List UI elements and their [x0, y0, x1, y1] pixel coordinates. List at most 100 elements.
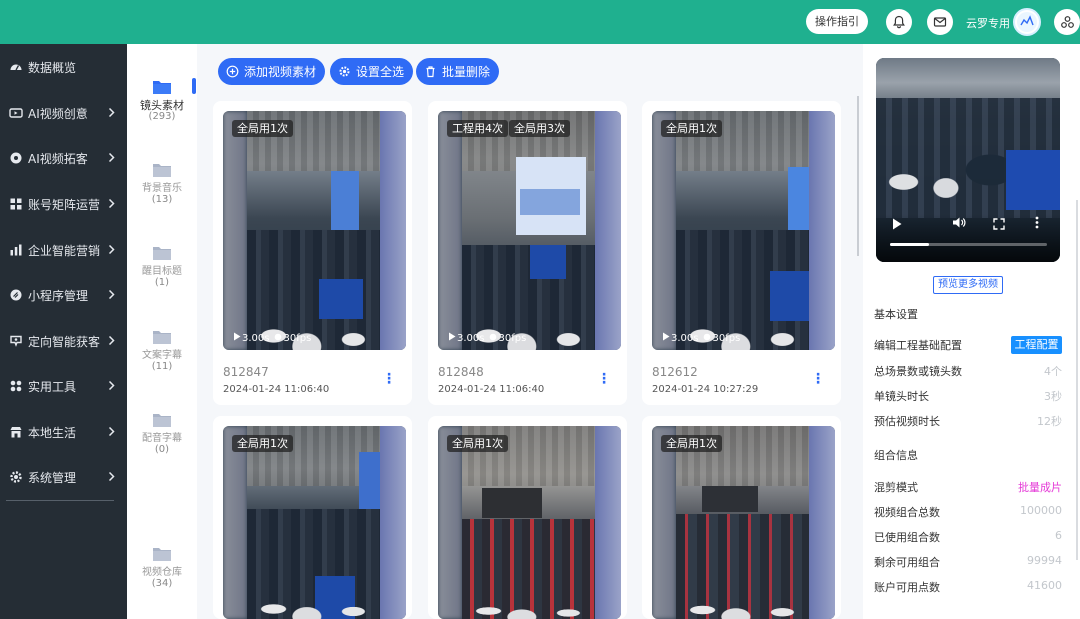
sidebar-item-enterprise-marketing[interactable]: 企业智能营销 — [0, 235, 127, 265]
sidebar-item-tools[interactable]: 实用工具 — [0, 371, 127, 401]
category-label: 镜头素材 — [140, 99, 184, 112]
sidebar-item-system[interactable]: 系统管理 — [0, 462, 127, 492]
fps: 30fps — [283, 332, 312, 344]
folder-icon — [152, 244, 172, 261]
category-voiceover[interactable]: 配音字幕 (0) — [127, 411, 197, 455]
sidebar-item-label: AI视频创意 — [28, 106, 88, 121]
volume-icon[interactable] — [952, 214, 966, 233]
video-progress-bar[interactable] — [890, 243, 1047, 246]
select-all-button[interactable]: 设置全选 — [330, 58, 414, 85]
miniapp-icon — [9, 288, 23, 302]
chevron-right-icon — [108, 198, 115, 212]
avatar-icon[interactable] — [1013, 8, 1041, 36]
setting-label: 预估视频时长 — [874, 415, 940, 428]
chart-icon — [9, 243, 23, 257]
right-panel-scrollbar[interactable] — [1076, 200, 1078, 560]
sidebar: 数据概览 AI视频创意 AI视频拓客 账号矩阵运营 企业智能营销 小程序管理 定… — [0, 44, 127, 619]
chevron-right-icon — [108, 426, 115, 440]
sidebar-item-local-life[interactable]: 本地生活 — [0, 417, 127, 447]
sidebar-item-ai-video-acquisition[interactable]: AI视频拓客 — [0, 143, 127, 173]
video-meta: 3.00s 30fps — [448, 332, 526, 344]
bell-icon[interactable] — [886, 9, 912, 35]
category-captions[interactable]: 文案字幕 (11) — [127, 328, 197, 372]
settings-icon[interactable] — [1054, 9, 1080, 35]
category-label: 背景音乐 — [142, 183, 182, 194]
category-video-warehouse[interactable]: 视频仓库 (34) — [127, 545, 197, 589]
sidebar-item-ai-video-creative[interactable]: AI视频创意 — [0, 98, 127, 128]
video-thumbnail[interactable]: 全局用1次 — [652, 426, 835, 619]
tools-icon — [9, 379, 23, 393]
video-thumbnail[interactable]: 全局用1次 — [223, 426, 406, 619]
duration: 3.00s — [242, 332, 270, 344]
main-content: 添加视频素材 设置全选 批量删除 全局用1次 3.00s 30fps 81284… — [197, 44, 863, 619]
video-icon — [9, 106, 23, 120]
mail-icon[interactable] — [927, 9, 953, 35]
chevron-right-icon — [108, 152, 115, 166]
chevron-right-icon — [108, 244, 115, 258]
combo-value: 批量成片 — [1018, 481, 1062, 494]
video-thumbnail[interactable]: 全局用1次 — [438, 426, 621, 619]
combo-label: 视频组合总数 — [874, 506, 940, 519]
duration: 3.00s — [457, 332, 485, 344]
sidebar-item-miniapp[interactable]: 小程序管理 — [0, 280, 127, 310]
chevron-right-icon — [108, 380, 115, 394]
video-thumbnail[interactable]: 全局用1次 3.00s 30fps — [652, 111, 835, 350]
play-icon[interactable] — [892, 215, 902, 234]
video-card[interactable]: 全局用1次 — [213, 416, 412, 619]
category-list: 镜头素材 (293) 背景音乐 (13) 醒目标题 (1) 文案字幕 (11) … — [127, 44, 197, 619]
folder-icon — [152, 78, 172, 95]
sidebar-item-label: 账号矩阵运营 — [28, 197, 101, 212]
video-card[interactable]: 全局用1次 3.00s 30fps 812612 2024-01-24 10:2… — [642, 101, 841, 405]
usage-tag: 全局用1次 — [661, 120, 722, 137]
chevron-right-icon — [108, 335, 115, 349]
sidebar-item-account-matrix[interactable]: 账号矩阵运营 — [0, 189, 127, 219]
video-id: 812848 — [438, 365, 484, 379]
fps: 30fps — [712, 332, 741, 344]
video-preview[interactable] — [876, 58, 1060, 262]
video-card[interactable]: 全局用1次 — [428, 416, 627, 619]
setting-value: 3秒 — [1044, 390, 1062, 403]
clock-icon — [489, 333, 497, 344]
more-icon[interactable]: ⋮ — [597, 372, 611, 386]
more-vertical-icon[interactable] — [1035, 214, 1039, 233]
video-date: 2024-01-24 10:27:29 — [652, 384, 759, 395]
more-icon[interactable]: ⋮ — [382, 372, 396, 386]
category-label: 文案字幕 — [142, 350, 182, 361]
category-shots[interactable]: 镜头素材 (293) — [127, 78, 197, 122]
video-date: 2024-01-24 11:06:40 — [223, 384, 330, 395]
guide-button[interactable]: 操作指引 — [806, 9, 868, 34]
usage-tag: 全局用1次 — [661, 435, 722, 452]
category-count: (13) — [151, 194, 173, 205]
video-thumbnail[interactable]: 工程用4次 全局用3次 3.00s 30fps — [438, 111, 621, 350]
video-card[interactable]: 工程用4次 全局用3次 3.00s 30fps 812848 2024-01-2… — [428, 101, 627, 405]
user-name[interactable]: 云罗专用 — [966, 15, 1010, 31]
active-category-indicator — [192, 78, 196, 94]
video-card[interactable]: 全局用1次 — [642, 416, 841, 619]
sidebar-item-label: 本地生活 — [28, 425, 77, 440]
video-card[interactable]: 全局用1次 3.00s 30fps 812847 2024-01-24 11:0… — [213, 101, 412, 405]
sidebar-divider — [6, 500, 114, 501]
video-thumbnail[interactable]: 全局用1次 3.00s 30fps — [223, 111, 406, 350]
folder-icon — [152, 545, 172, 562]
category-titles[interactable]: 醒目标题 (1) — [127, 244, 197, 288]
play-icon — [448, 332, 456, 344]
main-scrollbar[interactable] — [857, 96, 859, 256]
more-icon[interactable]: ⋮ — [811, 372, 825, 386]
fullscreen-icon[interactable] — [993, 215, 1005, 234]
preview-more-button[interactable]: 预览更多视频 — [933, 276, 1003, 294]
category-count: (34) — [151, 578, 173, 589]
project-config-button[interactable]: 工程配置 — [1011, 336, 1062, 354]
clock-icon — [274, 333, 282, 344]
sidebar-item-dashboard[interactable]: 数据概览 — [0, 52, 127, 82]
sidebar-item-targeted-acquisition[interactable]: 定向智能获客 — [0, 326, 127, 356]
combo-label: 已使用组合数 — [874, 531, 940, 544]
category-bgm[interactable]: 背景音乐 (13) — [127, 161, 197, 205]
batch-delete-button[interactable]: 批量删除 — [416, 58, 500, 85]
add-video-button[interactable]: 添加视频素材 — [218, 58, 326, 85]
video-meta: 3.00s 30fps — [662, 332, 740, 344]
clock-icon — [703, 333, 711, 344]
usage-tag: 全局用3次 — [509, 120, 570, 137]
video-id: 812612 — [652, 365, 698, 379]
category-count: (0) — [154, 444, 170, 455]
video-date: 2024-01-24 11:06:40 — [438, 384, 545, 395]
